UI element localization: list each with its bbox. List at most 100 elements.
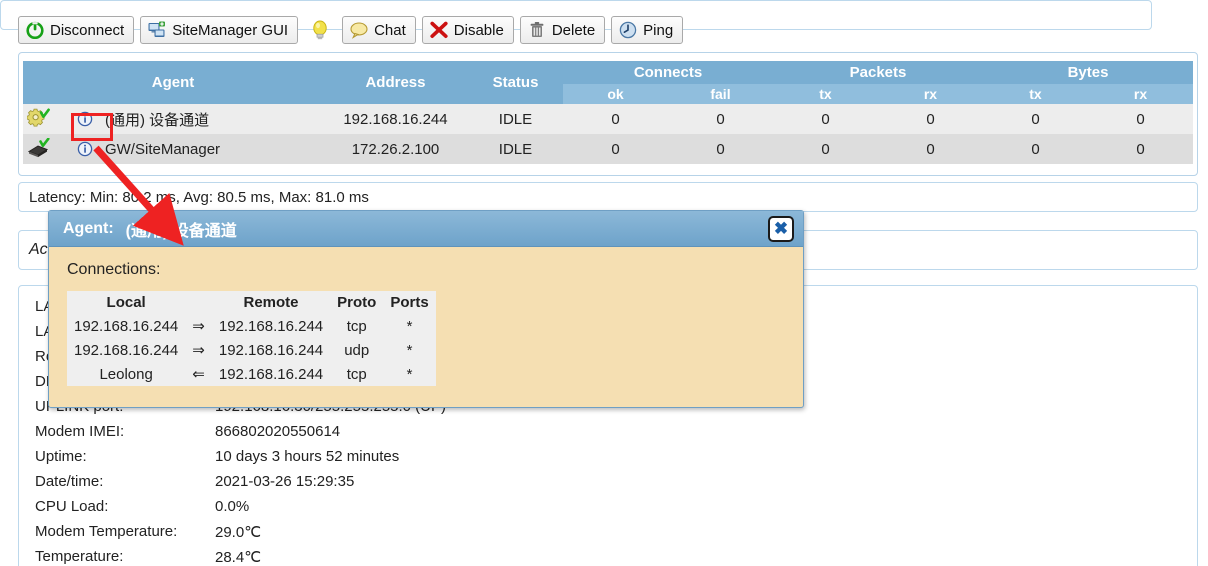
dialog-body: Connections: Local Remote Proto Ports 19… (49, 247, 803, 386)
disable-label: Disable (453, 21, 504, 39)
group-header-row: Agent Address Status Connects Packets By… (22, 61, 1193, 104)
connections-label: Connections: (67, 261, 161, 278)
connection-row: 192.168.16.244 ⇒ 192.168.16.244 tcp * (67, 314, 436, 338)
agent-cell: GW/SiteManager (22, 134, 323, 164)
info-icon[interactable] (77, 141, 93, 157)
delete-label: Delete (551, 21, 596, 39)
agent-connects-fail: 0 (667, 104, 773, 134)
agent-bytes-tx: 0 (982, 104, 1088, 134)
agent-packets-tx: 0 (772, 134, 878, 164)
table-row[interactable]: (通用) 设备通道 192.168.16.244 IDLE 0 0 0 0 0 … (22, 104, 1193, 134)
agent-connects-fail: 0 (667, 134, 773, 164)
disconnect-button[interactable]: Disconnect (18, 16, 135, 44)
header-bytes-tx[interactable]: tx (982, 84, 1088, 104)
power-icon (26, 21, 44, 39)
conn-remote: 192.168.16.244 (218, 341, 324, 359)
conn-local: 192.168.16.244 (74, 341, 179, 359)
lightbulb-icon[interactable] (310, 17, 330, 43)
connections-table: Local Remote Proto Ports 192.168.16.244 … (67, 291, 436, 386)
detail-label: Uptime: (35, 448, 87, 465)
disconnect-label: Disconnect (50, 21, 125, 39)
header-group-connects: Connects (562, 61, 773, 84)
delete-button[interactable]: Delete (519, 16, 606, 44)
header-connects-ok[interactable]: ok (562, 84, 668, 104)
header-address[interactable]: Address (322, 61, 468, 104)
agent-status: IDLE (467, 104, 563, 134)
conn-remote: 192.168.16.244 (218, 317, 324, 335)
header-agent[interactable]: Agent (22, 61, 323, 104)
chat-button[interactable]: Chat (342, 16, 416, 44)
agent-bytes-rx: 0 (1087, 104, 1193, 134)
clock-icon (619, 21, 637, 39)
table-row[interactable]: GW/SiteManager 172.26.2.100 IDLE 0 0 0 0… (22, 134, 1193, 164)
agent-packets-tx: 0 (772, 104, 878, 134)
conn-header-ports: Ports (390, 294, 429, 311)
agent-connections-dialog: Agent: (通用) 设备通道 ✖ Connections: Local Re… (48, 210, 804, 408)
agent-address: 172.26.2.100 (322, 134, 468, 164)
header-group-packets: Packets (772, 61, 983, 84)
agent-address: 192.168.16.244 (322, 104, 468, 134)
detail-row: CPU Load: 0.0% (35, 494, 1197, 519)
app-screen: Disconnect SiteManager GUI Chat Disable … (0, 0, 1208, 566)
agent-bytes-rx: 0 (1087, 134, 1193, 164)
device-ok-icon[interactable] (27, 138, 51, 160)
header-group-bytes: Bytes (982, 61, 1193, 84)
conn-direction-arrow: ⇒ (192, 342, 205, 359)
detail-label: Date/time: (35, 473, 104, 490)
agent-packets-rx: 0 (877, 104, 983, 134)
connections-header-row: Local Remote Proto Ports (67, 291, 436, 314)
conn-proto: tcp (346, 365, 367, 383)
conn-ports: * (406, 341, 413, 359)
monitor-icon (148, 21, 166, 37)
info-icon[interactable] (77, 111, 93, 127)
agent-packets-rx: 0 (877, 134, 983, 164)
close-icon[interactable]: ✖ (768, 216, 794, 242)
detail-row: Modem IMEI: 866802020550614 (35, 419, 1197, 444)
toolbar: Disconnect SiteManager GUI Chat Disable … (18, 14, 684, 46)
header-connects-fail[interactable]: fail (667, 84, 773, 104)
header-bytes-rx[interactable]: rx (1087, 84, 1193, 104)
detail-row: Modem Temperature: 29.0℃ (35, 519, 1197, 544)
header-packets-tx[interactable]: tx (772, 84, 878, 104)
gear-ok-icon[interactable] (26, 108, 51, 130)
conn-direction-arrow: ⇐ (192, 366, 205, 383)
latency-panel: Latency: Min: 80.2 ms, Avg: 80.5 ms, Max… (18, 182, 1198, 212)
detail-label: Modem IMEI: (35, 423, 125, 440)
agent-connects-ok: 0 (562, 134, 668, 164)
agent-status: IDLE (467, 134, 563, 164)
sitemanager-gui-button[interactable]: SiteManager GUI (140, 16, 299, 44)
header-packets-rx[interactable]: rx (877, 84, 983, 104)
header-status[interactable]: Status (467, 61, 563, 104)
dialog-title-prefix: Agent: (63, 219, 114, 237)
conn-local: Leolong (99, 365, 153, 383)
agent-bytes-tx: 0 (982, 134, 1088, 164)
red-x-icon (430, 21, 448, 38)
agent-connects-ok: 0 (562, 104, 668, 134)
detail-row: Uptime: 10 days 3 hours 52 minutes (35, 444, 1197, 469)
latency-text: Latency: Min: 80.2 ms, Avg: 80.5 ms, Max… (29, 188, 369, 206)
conn-ports: * (406, 317, 413, 335)
detail-value: 29.0℃ (215, 523, 262, 541)
disable-button[interactable]: Disable (421, 16, 514, 44)
detail-value: 10 days 3 hours 52 minutes (215, 448, 400, 465)
conn-header-proto: Proto (337, 294, 377, 311)
detail-value: 2021-03-26 15:29:35 (215, 473, 355, 490)
detail-value: 0.0% (215, 498, 250, 515)
detail-label: Modem Temperature: (35, 523, 178, 540)
agent-name: GW/SiteManager (104, 140, 221, 158)
detail-value: 866802020550614 (215, 423, 341, 440)
sitemanager-gui-label: SiteManager GUI (172, 21, 289, 39)
agent-name: (通用) 设备通道 (104, 111, 210, 129)
dialog-titlebar: Agent: (通用) 设备通道 ✖ (49, 211, 803, 247)
conn-ports: * (406, 365, 413, 383)
agent-table-panel: Agent Address Status Connects Packets By… (18, 52, 1198, 176)
conn-proto: udp (344, 341, 370, 359)
agent-table: Agent Address Status Connects Packets By… (22, 61, 1193, 164)
ping-button[interactable]: Ping (611, 16, 684, 44)
conn-local: 192.168.16.244 (74, 317, 179, 335)
conn-header-remote: Remote (243, 294, 299, 311)
dialog-title-name: (通用) 设备通道 (125, 222, 237, 240)
detail-row: Temperature: 28.4℃ (35, 544, 1197, 566)
connection-row: 192.168.16.244 ⇒ 192.168.16.244 udp * (67, 338, 436, 362)
detail-value: 28.4℃ (215, 548, 262, 566)
